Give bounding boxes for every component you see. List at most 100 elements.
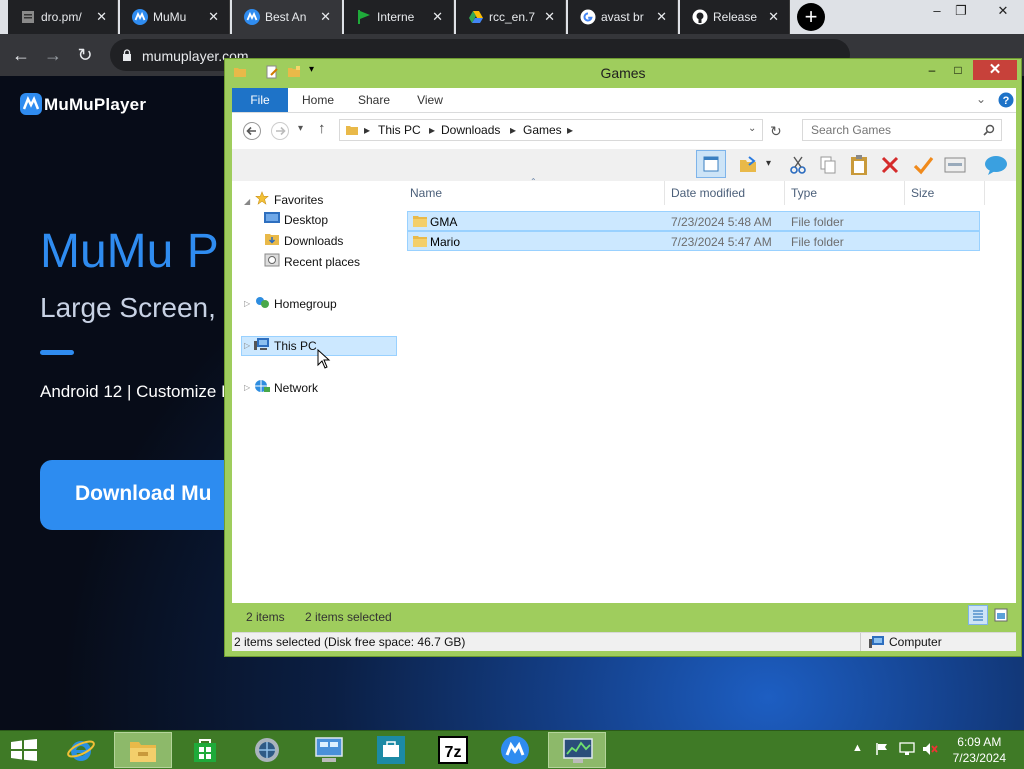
browser-tab-3[interactable]: Best An ✕ <box>232 0 342 34</box>
search-box[interactable] <box>802 119 1002 141</box>
properties-icon[interactable] <box>944 156 966 174</box>
browser-tab-7[interactable]: Release ✕ <box>680 0 790 34</box>
nav-homegroup[interactable]: Homegroup <box>274 297 337 311</box>
tab-view[interactable]: View <box>406 88 454 112</box>
maximize-button[interactable]: □ <box>945 61 971 79</box>
taskbar-7zip-button[interactable]: 7z <box>424 732 482 768</box>
nav-network[interactable]: Network <box>274 381 318 395</box>
tab-share[interactable]: Share <box>350 88 398 112</box>
column-type[interactable]: Type <box>791 186 817 200</box>
taskbar-file-explorer-button[interactable] <box>114 732 172 768</box>
table-row[interactable]: GMA 7/23/2024 5:48 AM File folder <box>407 211 980 231</box>
up-arrow-icon[interactable]: ↑ <box>318 120 326 137</box>
hero-subtitle: Large Screen, U <box>40 292 244 323</box>
tab-close-icon[interactable]: ✕ <box>768 9 779 25</box>
volume-muted-icon[interactable] <box>922 742 938 756</box>
site-logo[interactable]: MuMuPlayer <box>44 95 146 115</box>
taskbar-globe-button[interactable] <box>238 732 296 768</box>
show-hidden-icons-icon[interactable]: ▲ <box>852 742 866 756</box>
move-to-folder-icon[interactable] <box>738 155 758 175</box>
clock-date: 7/23/2024 <box>952 751 1006 765</box>
tab-file[interactable]: File <box>232 88 288 112</box>
tab-home[interactable]: Home <box>294 88 342 112</box>
search-input[interactable] <box>809 122 978 138</box>
tab-close-icon[interactable]: ✕ <box>656 9 667 25</box>
command-bar: ▾ <box>232 149 1016 181</box>
browser-tab-1[interactable]: dro.pm/ ✕ <box>8 0 118 34</box>
expand-this-pc-icon[interactable]: ▷ <box>244 341 250 350</box>
new-tab-button[interactable]: + <box>797 3 825 31</box>
taskbar-ie-button[interactable] <box>52 732 110 768</box>
details-view-button[interactable] <box>968 605 988 625</box>
nav-downloads[interactable]: Downloads <box>284 234 343 248</box>
expand-favorites-icon[interactable]: ◢ <box>244 197 250 206</box>
svg-text:7z: 7z <box>445 744 462 761</box>
refresh-icon[interactable]: ↻ <box>770 123 782 140</box>
copy-icon[interactable] <box>818 155 838 175</box>
tab-title: MuMu <box>153 10 187 24</box>
breadcrumb-this-pc[interactable]: This PC <box>378 123 421 137</box>
reload-icon[interactable]: ↻ <box>74 44 96 66</box>
taskbar-mumu-button[interactable] <box>486 732 544 768</box>
chat-bubble-icon[interactable] <box>984 154 1008 176</box>
tab-close-icon[interactable]: ✕ <box>544 9 555 25</box>
breadcrumb-sep: ▸ <box>364 123 371 137</box>
tab-close-icon[interactable]: ✕ <box>208 9 219 25</box>
address-dropdown-icon[interactable]: ⌄ <box>748 123 756 134</box>
status-item-count: 2 items <box>246 610 285 624</box>
browser-tab-bar: dro.pm/ ✕ MuMu ✕ Best An ✕ Interne ✕ rcc… <box>0 0 1024 34</box>
globe-icon <box>255 738 279 762</box>
taskbar: 7z ▲ 6:09 AM 7/23/2024 <box>0 730 1024 769</box>
preview-pane-button[interactable] <box>696 150 726 178</box>
browser-restore-button[interactable]: ❐ <box>946 2 976 20</box>
browser-close-button[interactable]: ✕ <box>988 2 1018 20</box>
taskbar-briefcase-button[interactable] <box>362 732 420 768</box>
browser-tab-4[interactable]: Interne ✕ <box>344 0 454 34</box>
minimize-button[interactable]: – <box>919 61 945 79</box>
windows-start-icon[interactable] <box>10 739 38 761</box>
forward-icon[interactable] <box>270 121 290 141</box>
back-icon[interactable] <box>242 121 262 141</box>
close-button[interactable]: ✕ <box>973 60 1017 80</box>
window-title: Games <box>600 65 646 81</box>
cut-icon[interactable] <box>788 155 808 175</box>
column-name[interactable]: Name <box>410 186 442 200</box>
nav-this-pc[interactable]: This PC <box>274 339 317 353</box>
tab-close-icon[interactable]: ✕ <box>320 9 331 25</box>
ribbon-expand-icon[interactable]: ⌄ <box>976 92 986 106</box>
column-size[interactable]: Size <box>911 186 934 200</box>
forward-arrow-icon[interactable]: → <box>42 44 64 66</box>
network-status-icon[interactable] <box>899 742 915 756</box>
delete-icon[interactable] <box>880 155 900 175</box>
back-arrow-icon[interactable]: ← <box>10 44 32 66</box>
tab-close-icon[interactable]: ✕ <box>432 9 443 25</box>
system-clock[interactable]: 6:09 AM 7/23/2024 <box>953 734 1006 766</box>
browser-tab-6[interactable]: avast br ✕ <box>568 0 678 34</box>
tab-close-icon[interactable]: ✕ <box>96 9 107 25</box>
paste-icon[interactable] <box>848 154 870 176</box>
taskbar-monitor-button[interactable] <box>548 732 606 768</box>
help-icon[interactable]: ? <box>998 92 1014 108</box>
nav-desktop[interactable]: Desktop <box>284 213 328 227</box>
address-path[interactable]: ▸ This PC ▸ Downloads ▸ Games ▸ ⌄ <box>339 119 763 141</box>
taskbar-control-panel-button[interactable] <box>300 732 358 768</box>
breadcrumb-downloads[interactable]: Downloads <box>441 123 500 137</box>
table-row[interactable]: Mario 7/23/2024 5:47 AM File folder <box>407 231 980 251</box>
taskbar-store-button[interactable] <box>176 732 234 768</box>
browser-tab-5[interactable]: rcc_en.7 ✕ <box>456 0 566 34</box>
expand-homegroup-icon[interactable]: ▷ <box>244 299 250 308</box>
rename-icon[interactable] <box>912 154 934 176</box>
recent-locations-icon[interactable]: ▾ <box>298 123 303 134</box>
large-icons-view-icon[interactable] <box>994 608 1008 622</box>
nav-recent-places[interactable]: Recent places <box>284 255 360 269</box>
search-icon[interactable] <box>983 124 995 136</box>
downloads-folder-icon <box>265 234 279 245</box>
status-disk-space: 2 items selected (Disk free space: 46.7 … <box>234 635 466 649</box>
expand-network-icon[interactable]: ▷ <box>244 383 250 392</box>
action-center-flag-icon[interactable] <box>875 742 889 756</box>
column-date-modified[interactable]: Date modified <box>671 186 745 200</box>
move-dropdown-icon[interactable]: ▾ <box>766 158 771 169</box>
breadcrumb-games[interactable]: Games <box>523 123 562 137</box>
nav-favorites[interactable]: Favorites <box>274 193 323 207</box>
browser-tab-2[interactable]: MuMu ✕ <box>120 0 230 34</box>
